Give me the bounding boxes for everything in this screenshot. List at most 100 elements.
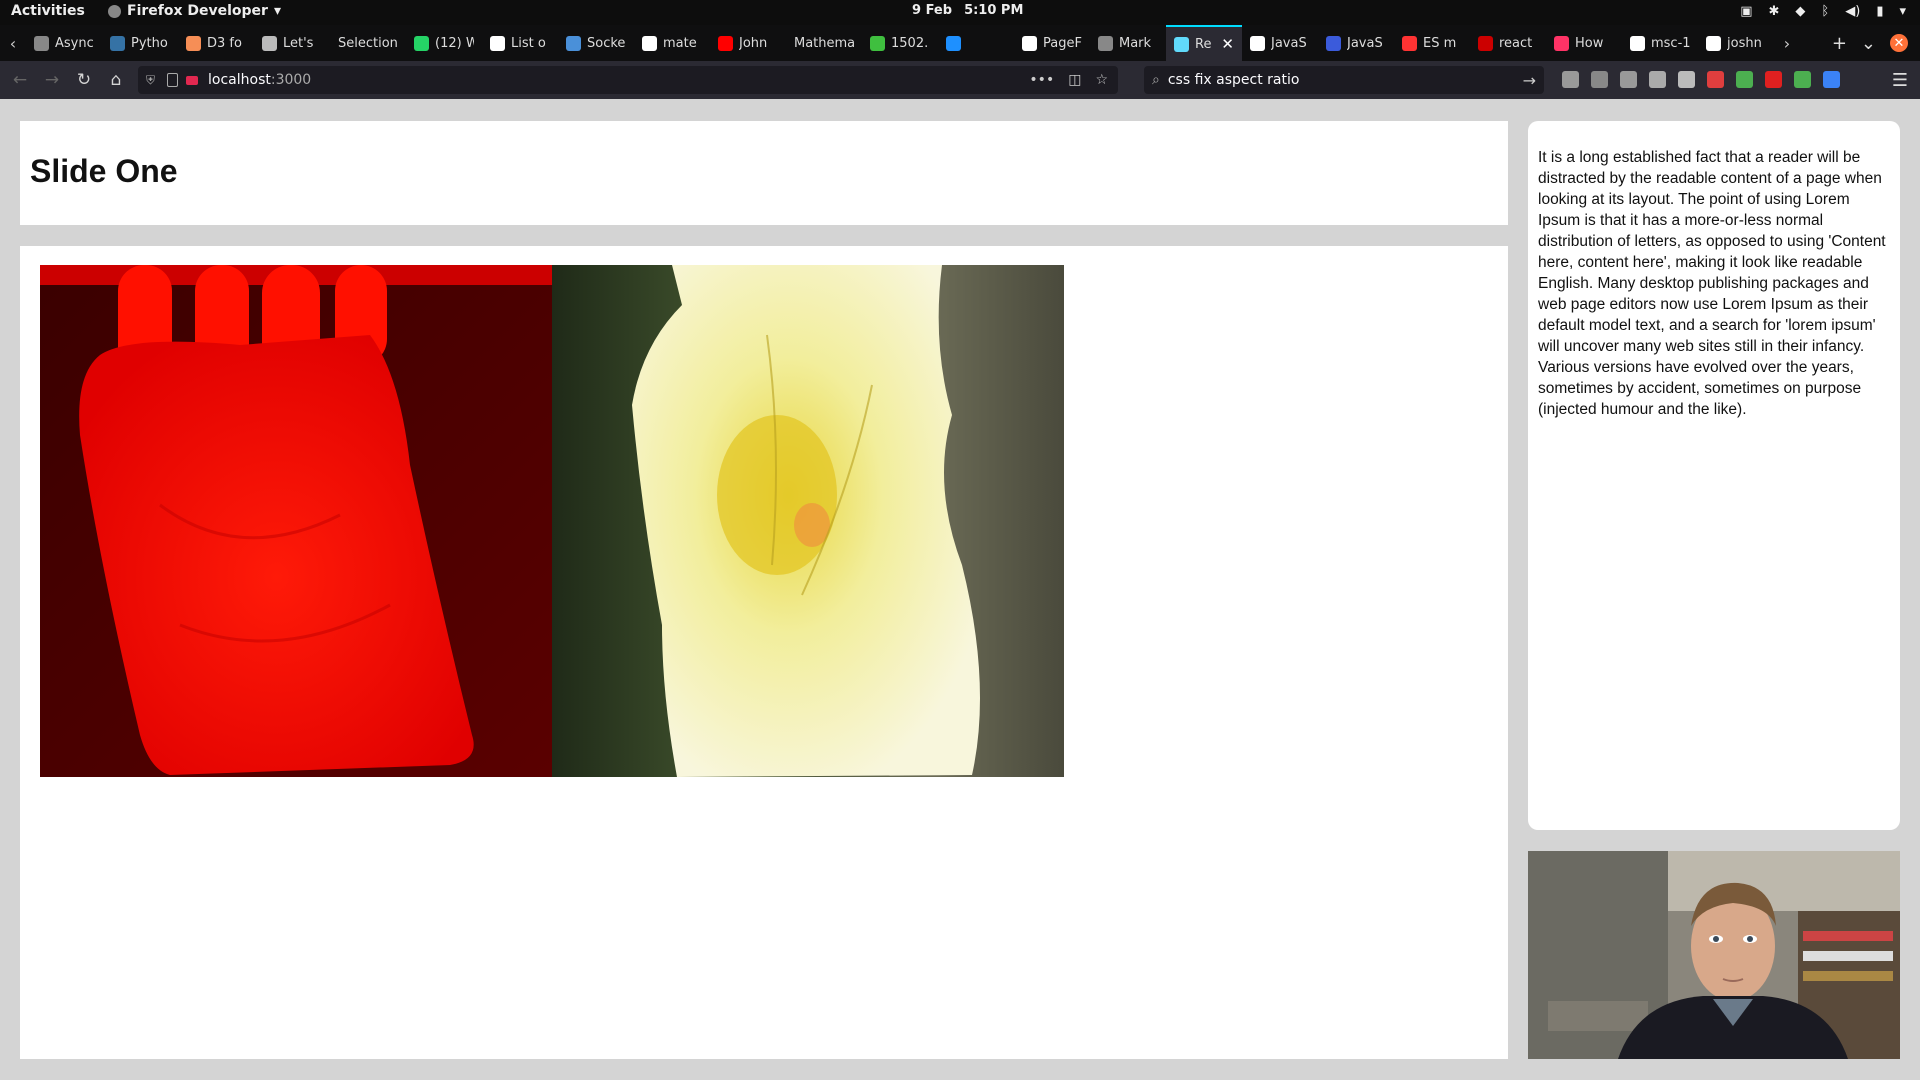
system-top-bar: Activities Firefox Developer ▾ 9 Feb 5:10…	[0, 0, 1920, 25]
new-tab-button[interactable]: +	[1832, 33, 1847, 54]
extension-icon[interactable]	[1562, 71, 1579, 88]
tab-label: Async	[55, 35, 94, 51]
tab-label: Selection	[338, 35, 398, 51]
browser-tab[interactable]: How	[1546, 25, 1622, 61]
wifi-icon[interactable]: ◆	[1795, 4, 1805, 19]
extension-icon[interactable]	[1736, 71, 1753, 88]
tab-label: Let's	[283, 35, 314, 51]
extension-icon[interactable]	[1678, 71, 1695, 88]
clock-date: 9 Feb	[912, 3, 953, 18]
browser-tab[interactable]: Pytho	[102, 25, 178, 61]
search-input[interactable]: css fix aspect ratio	[1168, 72, 1300, 88]
tab-label: JavaS	[1347, 35, 1383, 51]
tab-label: (12) W	[435, 35, 474, 51]
chevron-down-icon: ▾	[273, 3, 281, 19]
battery-icon[interactable]: ▮	[1876, 4, 1883, 19]
browser-tab[interactable]: John	[710, 25, 786, 61]
tab-favicon-icon	[490, 35, 505, 51]
forward-button[interactable]: →	[36, 70, 68, 90]
browser-tab[interactable]: Mathema	[786, 25, 862, 61]
tab-favicon-icon	[110, 35, 125, 51]
browser-tab[interactable]: List o	[482, 25, 558, 61]
tab-favicon-icon	[186, 35, 201, 51]
pocket-icon[interactable]: ◫	[1068, 72, 1081, 88]
page-actions-icon[interactable]: •••	[1029, 72, 1054, 88]
search-bar[interactable]: ⌕ css fix aspect ratio →	[1144, 66, 1544, 94]
tab-favicon-icon	[1326, 35, 1341, 51]
chevron-down-icon[interactable]: ▾	[1899, 4, 1906, 19]
tab-label: John	[739, 35, 768, 51]
screen-share-icon[interactable]: ▣	[1740, 4, 1752, 19]
tab-favicon-icon	[1098, 35, 1113, 51]
webcam-video	[1528, 851, 1900, 1059]
browser-tab[interactable]: joshn	[1698, 25, 1774, 61]
slide-header: Slide One	[20, 121, 1508, 225]
tab-favicon-icon	[1554, 35, 1569, 51]
tab-label: ES m	[1423, 35, 1457, 51]
yellow-flower-image	[552, 265, 1064, 777]
bookmark-star-icon[interactable]: ☆	[1095, 72, 1108, 88]
close-window-button[interactable]: ✕	[1890, 34, 1908, 52]
slack-icon[interactable]: ✱	[1769, 4, 1780, 19]
extension-icon[interactable]	[1765, 71, 1782, 88]
tab-scroll-left-button[interactable]: ‹	[0, 34, 26, 53]
clock[interactable]: 9 Feb 5:10 PM	[912, 3, 1035, 18]
tab-label: joshn	[1727, 35, 1762, 51]
list-all-tabs-button[interactable]: ⌄	[1861, 33, 1876, 54]
search-go-icon[interactable]: →	[1523, 71, 1536, 90]
camera-sharing-icon[interactable]	[186, 75, 199, 85]
browser-tab[interactable]: msc-1	[1622, 25, 1698, 61]
browser-tab[interactable]: Async	[26, 25, 102, 61]
volume-icon[interactable]: ◀)	[1845, 4, 1860, 19]
browser-tab[interactable]: Let's	[254, 25, 330, 61]
close-tab-icon[interactable]: ✕	[1221, 35, 1234, 53]
browser-tab[interactable]: Selection	[330, 25, 406, 61]
reload-button[interactable]: ↻	[68, 70, 100, 90]
tab-favicon-icon	[1706, 35, 1721, 51]
tab-strip: ‹ Async Pytho D3 fo Let's Selection (12) W Lis…	[0, 25, 1920, 61]
extension-icon[interactable]	[1794, 71, 1811, 88]
browser-tab[interactable]: react	[1470, 25, 1546, 61]
slide-body	[20, 246, 1508, 1059]
browser-tab[interactable]: JavaS	[1242, 25, 1318, 61]
browser-tab[interactable]: Mark	[1090, 25, 1166, 61]
extension-icon[interactable]	[1620, 71, 1637, 88]
browser-tab[interactable]: 1502.	[862, 25, 938, 61]
tab-label: How	[1575, 35, 1604, 51]
tab-label: msc-1	[1651, 35, 1690, 51]
browser-tab[interactable]: Socke	[558, 25, 634, 61]
tab-label: List o	[511, 35, 546, 51]
browser-tab[interactable]: Re ✕	[1166, 25, 1242, 61]
extension-icon[interactable]	[1707, 71, 1724, 88]
back-button[interactable]: ←	[4, 70, 36, 90]
url-bar[interactable]: ⛨ localhost:3000 ••• ◫ ☆	[138, 66, 1118, 94]
speaker-notes-panel: It is a long established fact that a rea…	[1528, 121, 1900, 830]
browser-tab[interactable]: (12) W	[406, 25, 482, 61]
extension-icon[interactable]	[1591, 71, 1608, 88]
hamburger-menu-icon[interactable]: ☰	[1892, 70, 1908, 91]
browser-tab[interactable]: mate	[634, 25, 710, 61]
system-tray[interactable]: ▣ ✱ ◆ ᛒ ◀) ▮ ▾	[1740, 4, 1906, 19]
navigation-toolbar: ← → ↻ ⌂ ⛨ localhost:3000 ••• ◫ ☆ ⌕ css f…	[0, 61, 1920, 99]
browser-tab[interactable]: JavaS	[1318, 25, 1394, 61]
browser-tab[interactable]: D3 fo	[178, 25, 254, 61]
browser-tab[interactable]: PageF	[1014, 25, 1090, 61]
tab-favicon-icon	[718, 35, 733, 51]
extension-icon[interactable]	[1823, 71, 1840, 88]
home-button[interactable]: ⌂	[100, 70, 132, 90]
tab-label: PageF	[1043, 35, 1082, 51]
page-info-icon[interactable]	[167, 73, 179, 87]
firefox-icon	[108, 4, 121, 18]
tab-favicon-icon	[414, 35, 429, 51]
tracking-protection-icon[interactable]: ⛨	[146, 73, 155, 88]
app-menu[interactable]: Firefox Developer ▾	[108, 3, 281, 19]
tab-scroll-right-button[interactable]: ›	[1774, 34, 1800, 53]
tab-favicon-icon	[946, 35, 961, 51]
browser-tab[interactable]	[938, 25, 1014, 61]
url-host: localhost	[208, 72, 271, 88]
extension-icon[interactable]	[1649, 71, 1666, 88]
bluetooth-icon[interactable]: ᛒ	[1821, 4, 1829, 19]
tab-favicon-icon	[1174, 36, 1189, 52]
browser-tab[interactable]: ES m	[1394, 25, 1470, 61]
activities-button[interactable]: Activities	[11, 3, 85, 19]
